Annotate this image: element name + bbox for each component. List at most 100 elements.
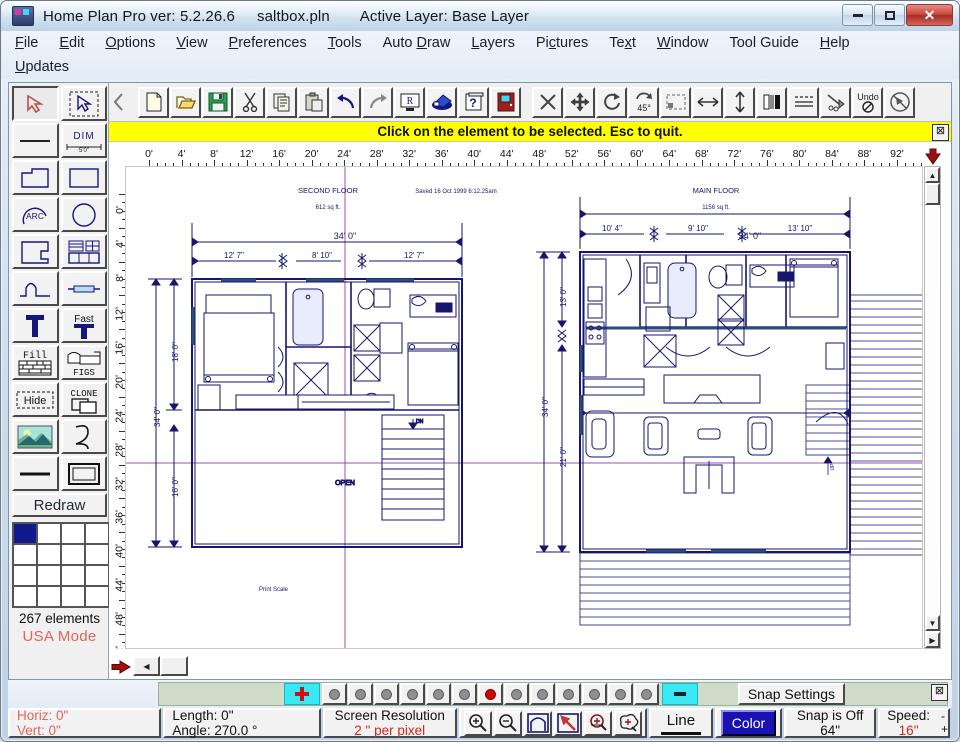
snap-status-group[interactable]: Snap is Off 64" xyxy=(784,708,877,738)
menu-item-tools[interactable]: Tools xyxy=(328,35,362,51)
color-swatch[interactable] xyxy=(37,565,61,586)
resolution-group[interactable]: Screen Resolution 2 " per pixel xyxy=(322,708,457,738)
rotate-45-icon[interactable]: 45° xyxy=(628,86,659,118)
stretch-horizontal-icon[interactable] xyxy=(692,86,723,118)
stretch-vertical-icon[interactable] xyxy=(724,86,755,118)
snap-increase-button[interactable] xyxy=(284,683,320,705)
color-swatch[interactable] xyxy=(85,586,109,607)
close-button[interactable]: ✕ xyxy=(906,4,953,26)
color-swatch[interactable] xyxy=(85,523,109,544)
color-swatch[interactable] xyxy=(37,523,61,544)
menu-item-help[interactable]: Help xyxy=(820,35,850,51)
snap-step-button[interactable] xyxy=(452,683,477,705)
snap-settings-button[interactable]: Snap Settings xyxy=(737,683,845,705)
color-swatch[interactable] xyxy=(85,565,109,586)
menu-item-updates[interactable]: Updates xyxy=(15,59,69,75)
rectangle-tool[interactable] xyxy=(60,160,107,195)
curve-tool[interactable] xyxy=(12,271,59,306)
zoom-previous-icon[interactable] xyxy=(613,710,642,736)
floor-plan-drawing[interactable]: OPEN DN SECOND FLOOR 612 sq ft. 34' 0" 1… xyxy=(126,167,923,649)
snap-step-button[interactable] xyxy=(582,683,607,705)
color-swatch[interactable] xyxy=(13,586,37,607)
color-swatch[interactable] xyxy=(61,523,85,544)
line-style-button[interactable]: Line xyxy=(648,708,713,738)
wall-tool[interactable] xyxy=(12,234,59,269)
horizontal-scrollbar[interactable]: ◀ xyxy=(133,656,191,678)
zoom-out-icon[interactable] xyxy=(493,710,522,736)
scroll-right-corner-button[interactable]: ▶ xyxy=(925,632,940,648)
copy-icon[interactable] xyxy=(266,86,297,118)
move-icon[interactable] xyxy=(564,86,595,118)
hide-tool[interactable]: Hide xyxy=(12,382,59,417)
fill-tool[interactable]: Fill xyxy=(12,345,59,380)
open-folder-icon[interactable] xyxy=(170,86,201,118)
scroll-right-marker-icon[interactable] xyxy=(110,657,132,677)
zoom-fit-icon[interactable] xyxy=(523,710,552,736)
units-mode-label[interactable]: USA Mode xyxy=(11,628,108,645)
color-button[interactable]: Color xyxy=(720,710,777,736)
menu-item-auto-draw[interactable]: Auto Draw xyxy=(383,35,451,51)
cut-scissors-icon[interactable] xyxy=(234,86,265,118)
delete-x-icon[interactable] xyxy=(532,86,563,118)
new-file-icon[interactable] xyxy=(138,86,169,118)
circle-tool[interactable] xyxy=(60,197,107,232)
menu-item-preferences[interactable]: Preferences xyxy=(229,35,307,51)
menu-item-view[interactable]: View xyxy=(176,35,207,51)
color-swatch[interactable] xyxy=(13,565,37,586)
mirror-icon[interactable] xyxy=(756,86,787,118)
drawing-canvas[interactable]: OPEN DN SECOND FLOOR 612 sq ft. 34' 0" 1… xyxy=(125,166,923,649)
text-tool[interactable] xyxy=(12,308,59,343)
undo-icon[interactable] xyxy=(330,86,361,118)
figures-tool[interactable]: FIGS xyxy=(60,345,107,380)
color-swatch[interactable] xyxy=(37,544,61,565)
select-box-tool[interactable] xyxy=(60,86,107,121)
snap-step-button[interactable] xyxy=(504,683,529,705)
dimension-tool[interactable]: DIM 5'0" xyxy=(60,123,107,158)
snap-step-button[interactable] xyxy=(400,683,425,705)
vertical-scroll-thumb[interactable] xyxy=(925,183,940,205)
vertical-ruler[interactable]: 0'4'8'12'16'20'24'28'32'36'40'44'48'52' xyxy=(109,166,125,649)
undo-zero-icon[interactable]: Undo xyxy=(852,86,883,118)
scroll-left-button[interactable]: ◀ xyxy=(133,656,160,676)
color-swatch-grid[interactable] xyxy=(12,522,109,608)
snap-step-button[interactable] xyxy=(348,683,373,705)
snap-bar-close-icon[interactable]: ⊠ xyxy=(931,684,948,701)
snap-step-button[interactable] xyxy=(322,683,347,705)
select-area-icon[interactable] xyxy=(660,86,691,118)
color-swatch-active[interactable] xyxy=(13,523,37,544)
color-button-wrap[interactable]: Color xyxy=(714,708,783,738)
picture-tool[interactable] xyxy=(12,419,59,454)
trim-icon[interactable] xyxy=(820,86,851,118)
color-swatch[interactable] xyxy=(61,544,85,565)
speed-group[interactable]: Speed: 16" - + xyxy=(878,708,950,738)
menu-item-edit[interactable]: Edit xyxy=(59,35,84,51)
snap-decrease-button[interactable] xyxy=(662,683,698,705)
menu-item-window[interactable]: Window xyxy=(657,35,709,51)
polyline-tool[interactable] xyxy=(12,160,59,195)
window-tool[interactable] xyxy=(60,234,107,269)
speed-increase-button[interactable]: + xyxy=(941,722,948,736)
color-swatch[interactable] xyxy=(85,544,109,565)
snap-step-button[interactable] xyxy=(374,683,399,705)
render-monitor-icon[interactable]: R xyxy=(394,86,425,118)
door-exit-icon[interactable] xyxy=(490,86,521,118)
scroll-up-button[interactable]: ▲ xyxy=(925,167,940,183)
rotate-icon[interactable] xyxy=(596,86,627,118)
maximize-button[interactable] xyxy=(874,4,905,26)
menu-item-tool-guide[interactable]: Tool Guide xyxy=(729,35,798,51)
menu-item-file[interactable]: File xyxy=(15,35,38,51)
help-page-icon[interactable]: ? xyxy=(458,86,489,118)
line-tool[interactable] xyxy=(12,123,59,158)
redo-icon[interactable] xyxy=(362,86,393,118)
scroll-down-button[interactable]: ▼ xyxy=(925,615,940,631)
minimize-button[interactable] xyxy=(842,4,873,26)
paste-icon[interactable] xyxy=(298,86,329,118)
color-swatch[interactable] xyxy=(61,586,85,607)
message-close-icon[interactable]: ⊠ xyxy=(932,124,949,141)
snap-step-button[interactable] xyxy=(530,683,555,705)
color-swatch[interactable] xyxy=(13,544,37,565)
color-swatch[interactable] xyxy=(61,565,85,586)
align-lines-icon[interactable] xyxy=(788,86,819,118)
zoom-pan-icon[interactable] xyxy=(553,710,582,736)
scroll-down-marker-icon[interactable] xyxy=(924,147,942,166)
